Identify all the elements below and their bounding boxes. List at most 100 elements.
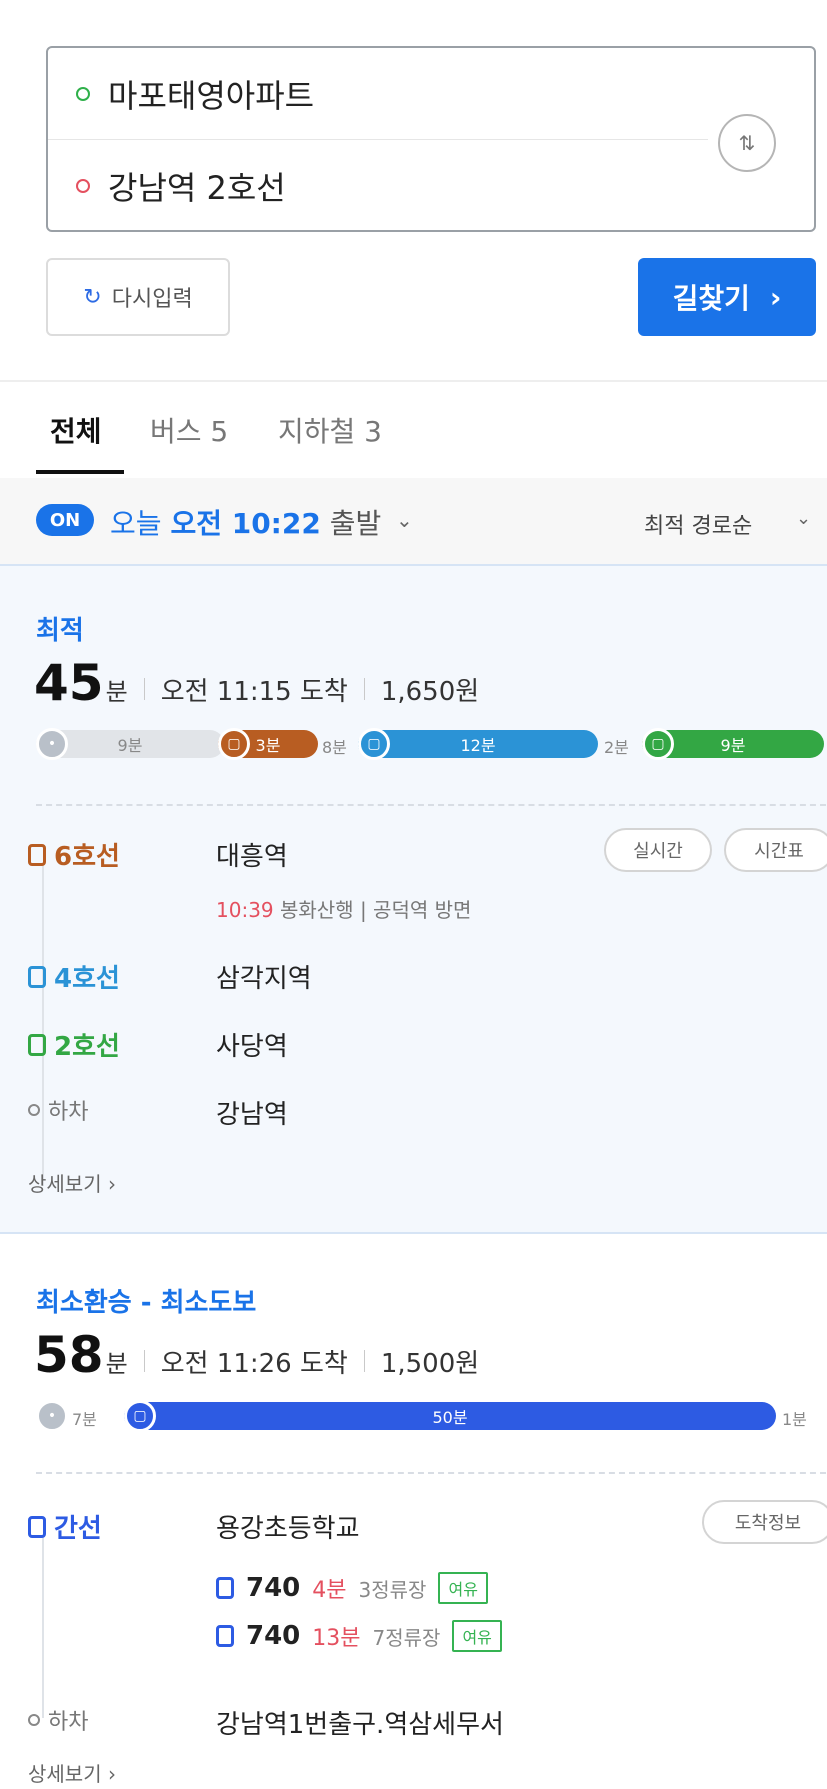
bus-stops-away: 3정류장 xyxy=(358,1577,427,1602)
step-line4: 4호선 삼각지역 xyxy=(28,950,818,1000)
tab-subway[interactable]: 지하철 3 xyxy=(278,410,382,450)
reset-button[interactable]: ↻ 다시입력 xyxy=(46,258,230,336)
transfer-gap-label: 2분 xyxy=(604,738,629,757)
bus-eta: 4분 xyxy=(312,1578,347,1603)
bus-arrival-row[interactable]: 740 4분 3정류장 여유 xyxy=(216,1568,488,1608)
duration-unit: 분 xyxy=(105,678,128,706)
line-name: 4호선 xyxy=(54,964,120,994)
route-timeline: • 7분 50분 ▢ 1분 xyxy=(0,1396,827,1436)
bus-icon xyxy=(28,1515,46,1538)
bus-arrival-row[interactable]: 740 13분 7정류장 여유 xyxy=(216,1616,502,1656)
arrival-time: 오전 11:15 도착 xyxy=(160,677,348,707)
step-bus-trunk: 간선 용강초등학교 도착정보 xyxy=(28,1500,827,1550)
bus-icon xyxy=(216,1577,234,1599)
departure-day: 오늘 xyxy=(110,507,162,540)
chevron-down-icon[interactable]: ⌄ xyxy=(796,508,811,529)
timeline-bus-segment: 50분 xyxy=(124,1402,776,1430)
bus-stops-away: 7정류장 xyxy=(372,1625,441,1650)
search-button[interactable]: 길찾기 › xyxy=(638,258,816,336)
route-timeline: 9분 • 3분 ▢ 8분 12분 ▢ 2분 9분 ▢ xyxy=(0,724,827,764)
step-alight: 하차 강남역1번출구.역삼세무서 xyxy=(28,1696,818,1746)
origin-row[interactable]: 마포태영아파트 xyxy=(48,48,708,140)
tab-all[interactable]: 전체 xyxy=(50,410,102,450)
station-name: 대흥역 xyxy=(216,842,288,872)
route-summary: 58 분 오전 11:26 도착 1,500원 xyxy=(34,1326,479,1384)
station-name: 강남역1번출구.역삼세무서 xyxy=(216,1710,504,1740)
crowd-badge: 여유 xyxy=(452,1620,502,1652)
detail-link[interactable]: 상세보기 › xyxy=(28,1168,116,1197)
station-name: 강남역 xyxy=(216,1100,288,1130)
swap-button[interactable]: ⇅ xyxy=(718,114,776,172)
dashed-divider xyxy=(36,804,826,806)
direction-info: 봉화산행 | 공덕역 방면 xyxy=(280,898,472,922)
step-line6: 6호선 대흥역 실시간 시간표 xyxy=(28,828,827,878)
route-tag: 최소환승 - 최소도보 xyxy=(36,1288,257,1318)
bus-eta: 13분 xyxy=(312,1626,361,1651)
departure-time-selector[interactable]: 오늘 오전 10:22 출발 xyxy=(110,502,381,542)
search-label: 길찾기 xyxy=(672,282,750,315)
line-name: 하차 xyxy=(48,1710,89,1735)
destination-input[interactable]: 강남역 2호선 xyxy=(108,163,286,209)
line-name: 간선 xyxy=(54,1514,102,1544)
reset-label: 다시입력 xyxy=(111,287,193,312)
sort-selector[interactable]: 최적 경로순 xyxy=(644,508,752,540)
separator xyxy=(363,1350,365,1372)
bus-icon xyxy=(216,1625,234,1647)
line-label: 2호선 xyxy=(28,1026,120,1063)
detail-link[interactable]: 상세보기 › xyxy=(28,1758,116,1787)
chevron-down-icon[interactable]: ⌄ xyxy=(396,508,413,532)
fare: 1,650원 xyxy=(380,677,480,707)
walk-icon: • xyxy=(36,1400,68,1432)
route-summary: 45 분 오전 11:15 도착 1,650원 xyxy=(34,654,479,712)
fare: 1,500원 xyxy=(380,1349,480,1379)
origin-dot-icon xyxy=(76,86,90,101)
separator xyxy=(143,678,145,700)
segment-label: 3분 xyxy=(255,736,281,755)
reset-icon: ↻ xyxy=(83,284,102,310)
realtime-button[interactable]: 실시간 xyxy=(604,828,712,872)
route-card-min-transfer[interactable]: 최소환승 - 최소도보 58 분 오전 11:26 도착 1,500원 • 7분… xyxy=(0,1234,827,1789)
departure-time: 오전 10:22 xyxy=(170,507,321,540)
chevron-right-icon: › xyxy=(769,280,782,314)
destination-row[interactable]: 강남역 2호선 xyxy=(48,140,708,232)
line-name: 2호선 xyxy=(54,1032,120,1062)
crowd-badge: 여유 xyxy=(438,1572,488,1604)
destination-dot-icon xyxy=(76,179,90,193)
line-label: 4호선 xyxy=(28,958,120,995)
subway-icon xyxy=(28,1033,46,1056)
segment-label: 9분 xyxy=(720,736,746,755)
walk-duration-label: 7분 xyxy=(72,1410,97,1429)
alight-label: 하차 xyxy=(28,1094,88,1126)
station-name: 사당역 xyxy=(216,1032,288,1062)
route-vertical-line xyxy=(42,1538,44,1718)
route-card-optimal[interactable]: 최적 45 분 오전 11:15 도착 1,650원 9분 • 3분 ▢ 8분 … xyxy=(0,564,827,1234)
arrival-info-button[interactable]: 도착정보 xyxy=(702,1500,827,1544)
separator xyxy=(143,1350,145,1372)
subway-icon: ▢ xyxy=(218,728,250,760)
timetable-button[interactable]: 시간표 xyxy=(724,828,827,872)
route-search-screen: 마포태영아파트 강남역 2호선 ⇅ ↻ 다시입력 길찾기 › 전체 버스 5 지… xyxy=(0,0,827,1789)
bus-icon: ▢ xyxy=(124,1400,156,1432)
arrival-time: 오전 11:26 도착 xyxy=(160,1349,348,1379)
line-name: 하차 xyxy=(48,1100,89,1125)
arrival-info: 10:39 봉화산행 | 공덕역 방면 xyxy=(216,894,471,923)
line-name: 6호선 xyxy=(54,842,120,872)
subway-icon xyxy=(28,965,46,988)
transport-tabs: 전체 버스 5 지하철 3 xyxy=(0,398,827,474)
origin-input[interactable]: 마포태영아파트 xyxy=(108,71,314,117)
duration-value: 45 xyxy=(34,654,104,712)
line-label: 6호선 xyxy=(28,836,120,873)
departure-suffix: 출발 xyxy=(329,507,382,540)
step-alight: 하차 강남역 xyxy=(28,1086,818,1136)
duration-unit: 분 xyxy=(105,1350,128,1378)
on-toggle[interactable]: ON xyxy=(36,504,94,536)
transfer-gap-label: 8분 xyxy=(322,738,347,757)
walk-duration-label: 1분 xyxy=(782,1410,807,1429)
separator xyxy=(363,678,365,700)
walk-icon: • xyxy=(36,728,68,760)
route-input-box: 마포태영아파트 강남역 2호선 ⇅ xyxy=(46,46,816,232)
duration-value: 58 xyxy=(34,1326,104,1384)
tab-bus[interactable]: 버스 5 xyxy=(150,410,228,450)
alight-dot-icon xyxy=(28,1104,40,1116)
timeline-line4-segment: 12분 xyxy=(358,730,598,758)
